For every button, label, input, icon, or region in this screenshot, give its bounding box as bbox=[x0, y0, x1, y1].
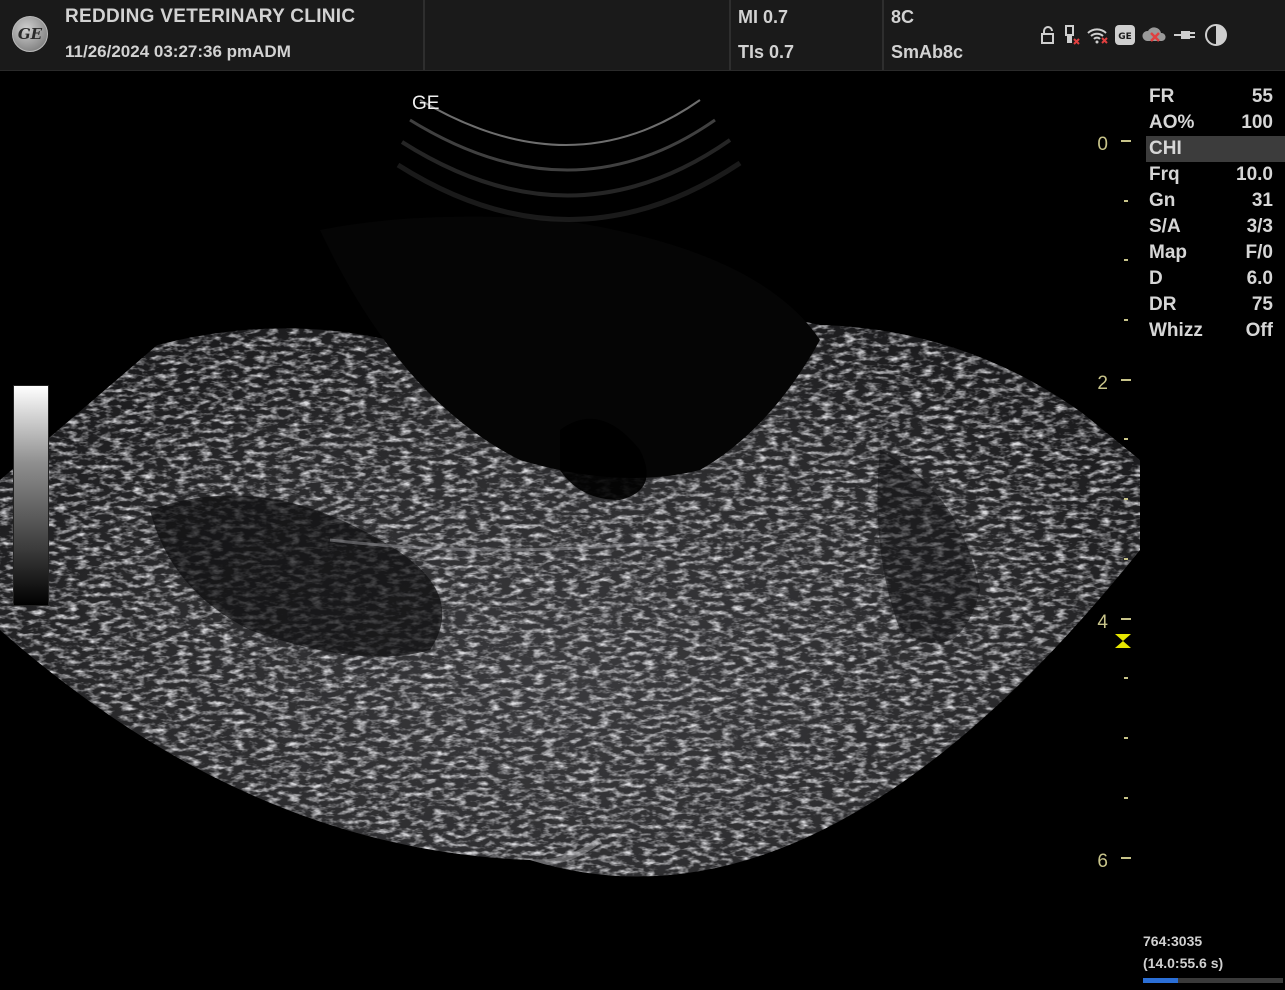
depth-label: 0 bbox=[1097, 134, 1108, 155]
depth-tick-major bbox=[1121, 140, 1131, 142]
depth-label: 2 bbox=[1097, 373, 1108, 394]
param-dr: DR 75 bbox=[1149, 294, 1273, 315]
lock-icon bbox=[1040, 26, 1056, 44]
depth-tick-minor bbox=[1124, 797, 1128, 799]
param-chi: CHI bbox=[1146, 136, 1285, 162]
depth-tick-minor bbox=[1124, 498, 1128, 500]
probe-name: 8C bbox=[891, 7, 915, 27]
thermal-index: TIs 0.7 bbox=[738, 42, 795, 62]
depth-tick-minor bbox=[1124, 438, 1128, 440]
ultrasound-image bbox=[0, 70, 1140, 990]
network-disconnected-icon bbox=[1142, 26, 1168, 44]
param-fr: FR 55 bbox=[1149, 86, 1273, 107]
depth-label: 4 bbox=[1097, 612, 1108, 633]
mechanical-index: MI 0.7 bbox=[738, 7, 789, 27]
param-whizz: Whizz Off bbox=[1149, 320, 1273, 341]
ge-service-icon: GE bbox=[1114, 24, 1136, 46]
parameter-panel: FR 55 AO% 100 CHI Frq 10.0 Gn 31 S/A 3/3 Map F… bbox=[1146, 84, 1285, 344]
cine-progress-bar[interactable] bbox=[1143, 978, 1283, 983]
sector-scan bbox=[0, 99, 1140, 877]
usb-icon bbox=[1062, 24, 1080, 46]
depth-tick-major bbox=[1121, 857, 1131, 859]
focus-zone-marker-icon[interactable] bbox=[1114, 633, 1132, 649]
depth-tick-minor bbox=[1124, 259, 1128, 261]
depth-tick-minor bbox=[1124, 737, 1128, 739]
exam-preset: SmAb8c bbox=[891, 42, 964, 62]
grayscale-map-bar bbox=[13, 385, 49, 606]
depth-tick-minor bbox=[1124, 558, 1128, 560]
empty-info-cell bbox=[425, 0, 731, 70]
param-sa: S/A 3/3 bbox=[1149, 216, 1273, 237]
system-status-icons: GE bbox=[1040, 22, 1228, 48]
cine-frame-counter: 764:3035 bbox=[1143, 933, 1203, 949]
cine-progress-fill bbox=[1143, 978, 1178, 983]
param-ao: AO% 100 bbox=[1149, 112, 1273, 133]
orientation-marker: GE bbox=[412, 93, 440, 114]
ge-logo-icon: GE bbox=[12, 16, 48, 52]
power-plug-icon bbox=[1174, 28, 1198, 42]
param-depth: D 6.0 bbox=[1149, 268, 1273, 289]
depth-tick-major bbox=[1121, 618, 1131, 620]
depth-tick-minor bbox=[1124, 200, 1128, 202]
clinic-name: REDDING VETERINARY CLINIC bbox=[65, 6, 356, 27]
param-frq: Frq 10.0 bbox=[1149, 164, 1273, 185]
depth-tick-minor bbox=[1124, 677, 1128, 679]
depth-tick-major bbox=[1121, 379, 1131, 381]
cine-time: (14.0:55.6 s) bbox=[1143, 955, 1224, 971]
top-info-bar: GE REDDING VETERINARY CLINIC 11/26/2024 … bbox=[0, 0, 1285, 71]
half-circle-contrast-icon bbox=[1204, 23, 1228, 47]
wifi-icon bbox=[1086, 26, 1108, 44]
svg-text:GE: GE bbox=[1118, 32, 1132, 42]
exam-datetime: 11/26/2024 03:27:36 pmADM bbox=[65, 42, 291, 61]
param-gain: Gn 31 bbox=[1149, 190, 1273, 211]
cine-info: 764:3035 (14.0:55.6 s) bbox=[1143, 930, 1223, 974]
depth-label: 6 bbox=[1097, 851, 1108, 872]
ultrasound-screen: GE REDDING VETERINARY CLINIC 11/26/2024 … bbox=[0, 0, 1285, 990]
param-map: Map F/0 bbox=[1149, 242, 1273, 263]
depth-tick-minor bbox=[1124, 319, 1128, 321]
